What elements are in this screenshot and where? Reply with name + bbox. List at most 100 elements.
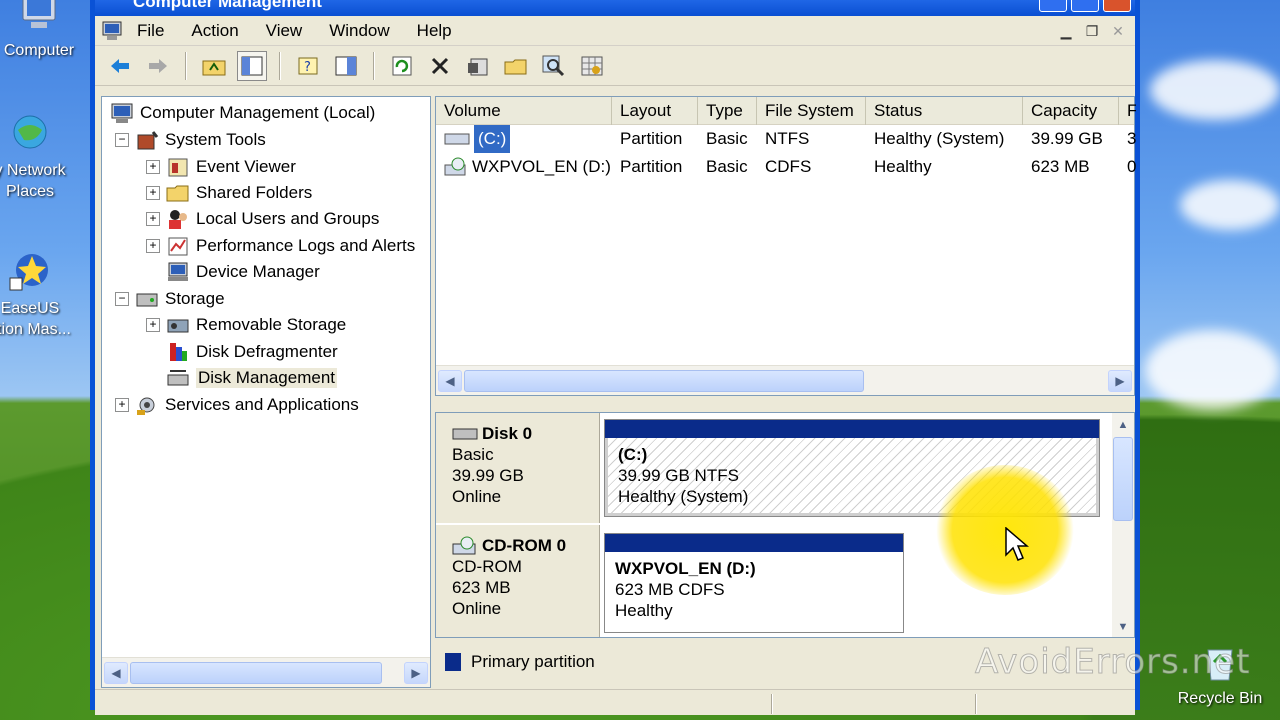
up-one-level-button[interactable] — [199, 51, 229, 81]
column-header-status[interactable]: Status — [866, 97, 1023, 125]
menu-view[interactable]: View — [266, 21, 303, 41]
help-button[interactable]: ? — [293, 51, 323, 81]
scroll-thumb[interactable] — [1113, 437, 1133, 521]
menu-action[interactable]: Action — [191, 21, 238, 41]
column-header-type[interactable]: Type — [698, 97, 757, 125]
network-places-icon — [13, 115, 47, 149]
desktop-icon-label: y Network Places — [0, 162, 66, 200]
partition-d[interactable]: WXPVOL_EN (D:) 623 MB CDFS Healthy — [604, 533, 904, 633]
tree-label: Event Viewer — [196, 157, 296, 176]
expand-toggle[interactable]: + — [115, 398, 129, 412]
open-button[interactable] — [501, 51, 531, 81]
menu-file[interactable]: File — [137, 21, 164, 41]
hard-disk-icon — [452, 428, 478, 439]
tree-item-disk-management[interactable]: Disk Management — [166, 365, 338, 391]
search-magnifier-icon — [542, 55, 565, 76]
pane-splitter[interactable] — [435, 398, 1135, 410]
partition-name: WXPVOL_EN (D:) — [615, 559, 756, 578]
column-header-file-system[interactable]: File System — [757, 97, 866, 125]
disk-kind: CD-ROM — [452, 557, 522, 576]
disk-size: 623 MB — [452, 578, 511, 597]
mdi-restore-button[interactable]: ❐ — [1081, 22, 1103, 42]
disk-view-vertical-scrollbar[interactable]: ▲ ▼ — [1112, 413, 1134, 637]
mouse-pointer-icon — [1005, 527, 1029, 561]
desktop-icon-easeus[interactable]: EaseUS tition Mas... — [0, 250, 75, 340]
tree-item-removable-storage[interactable]: + Removable Storage — [146, 312, 346, 338]
scroll-right-button[interactable]: ▶ — [1108, 370, 1132, 392]
tree-item-local-users[interactable]: + Local Users and Groups — [146, 206, 379, 232]
primary-partition-bar — [605, 420, 1099, 438]
scroll-thumb[interactable] — [130, 662, 382, 684]
tree-item-root[interactable]: Computer Management (Local) — [110, 100, 375, 126]
volume-row[interactable]: WXPVOL_EN (D:) Partition Basic CDFS Heal… — [436, 153, 1136, 181]
collapse-toggle[interactable]: − — [115, 292, 129, 306]
forward-button[interactable] — [143, 51, 173, 81]
expand-toggle[interactable]: + — [146, 239, 160, 253]
column-header-free-space[interactable]: F — [1119, 97, 1136, 125]
properties-button[interactable] — [463, 51, 493, 81]
disk-name: Disk 0 — [482, 424, 533, 443]
column-header-capacity[interactable]: Capacity — [1023, 97, 1119, 125]
client-area: File Action View Window Help ▁ ❐ ✕ ? Com… — [95, 16, 1136, 715]
show-hide-action-pane-button[interactable] — [331, 51, 361, 81]
expand-toggle[interactable]: + — [146, 186, 160, 200]
expand-toggle[interactable]: + — [146, 318, 160, 332]
search-button[interactable] — [539, 51, 569, 81]
show-hide-tree-button[interactable] — [237, 50, 267, 81]
tree-item-storage[interactable]: − Storage — [115, 286, 225, 312]
computer-icon — [22, 0, 56, 28]
mdi-minimize-button[interactable]: ▁ — [1055, 22, 1077, 42]
desktop-icon-computer[interactable]: Computer — [0, 0, 84, 61]
menu-bar: File Action View Window Help ▁ ❐ ✕ — [95, 16, 1135, 46]
volume-list-horizontal-scrollbar[interactable]: ◀ ▶ — [436, 365, 1134, 395]
maximize-button[interactable] — [1071, 0, 1099, 12]
tree-label: Computer Management (Local) — [140, 103, 376, 122]
toolbar: ? — [95, 46, 1135, 86]
tree-item-services-and-applications[interactable]: + Services and Applications — [115, 392, 359, 418]
delete-button[interactable] — [425, 51, 455, 81]
scroll-right-button[interactable]: ▶ — [404, 662, 428, 684]
scroll-down-button[interactable]: ▼ — [1113, 617, 1133, 637]
expand-toggle[interactable]: + — [146, 160, 160, 174]
cdrom-0-label[interactable]: CD-ROM 0 CD-ROM 623 MB Online — [436, 525, 600, 637]
scroll-left-button[interactable]: ◀ — [104, 662, 128, 684]
delete-x-icon — [431, 57, 449, 74]
tree-item-device-manager[interactable]: Device Manager — [166, 259, 320, 285]
menu-window[interactable]: Window — [329, 21, 389, 41]
tree-item-system-tools[interactable]: − System Tools — [115, 127, 266, 153]
tree-item-disk-defragmenter[interactable]: Disk Defragmenter — [166, 339, 338, 365]
disk-name: CD-ROM 0 — [482, 536, 567, 555]
scroll-left-button[interactable]: ◀ — [438, 370, 462, 392]
volume-file-system: CDFS — [765, 157, 812, 176]
tree-item-performance-logs[interactable]: + Performance Logs and Alerts — [146, 233, 415, 259]
collapse-toggle[interactable]: − — [115, 133, 129, 147]
close-button[interactable] — [1103, 0, 1131, 12]
toolbar-separator — [279, 51, 281, 80]
menu-help[interactable]: Help — [417, 21, 452, 41]
tree-item-event-viewer[interactable]: + Event Viewer — [146, 154, 296, 180]
title-bar[interactable]: Computer Management — [95, 0, 1135, 16]
scroll-up-button[interactable]: ▲ — [1113, 415, 1133, 435]
back-button[interactable] — [105, 51, 135, 81]
disk-size: 39.99 GB — [452, 466, 524, 485]
tree-label: Services and Applications — [165, 395, 359, 414]
tree-horizontal-scrollbar[interactable]: ◀ ▶ — [102, 657, 430, 687]
console-options-button[interactable] — [577, 51, 607, 81]
disk-0-label[interactable]: Disk 0 Basic 39.99 GB Online — [436, 413, 600, 523]
desktop-icon-label: EaseUS tition Mas... — [0, 300, 71, 338]
column-header-layout[interactable]: Layout — [612, 97, 698, 125]
legend-label: Primary partition — [471, 652, 595, 671]
minimize-button[interactable] — [1039, 0, 1067, 12]
volume-row[interactable]: (C:) Partition Basic NTFS Healthy (Syste… — [436, 125, 1136, 153]
tree-item-shared-folders[interactable]: + Shared Folders — [146, 180, 312, 206]
mdi-close-button[interactable]: ✕ — [1107, 22, 1129, 42]
status-separator — [771, 694, 773, 714]
partition-detail: 623 MB CDFS — [615, 580, 725, 599]
scroll-thumb[interactable] — [464, 370, 864, 392]
volume-type: Basic — [706, 157, 748, 176]
desktop-icon-network[interactable]: y Network Places — [0, 112, 75, 202]
expand-toggle[interactable]: + — [146, 212, 160, 226]
column-header-volume[interactable]: Volume — [436, 97, 612, 125]
refresh-button[interactable] — [387, 51, 417, 81]
tree-label: Local Users and Groups — [196, 209, 380, 228]
